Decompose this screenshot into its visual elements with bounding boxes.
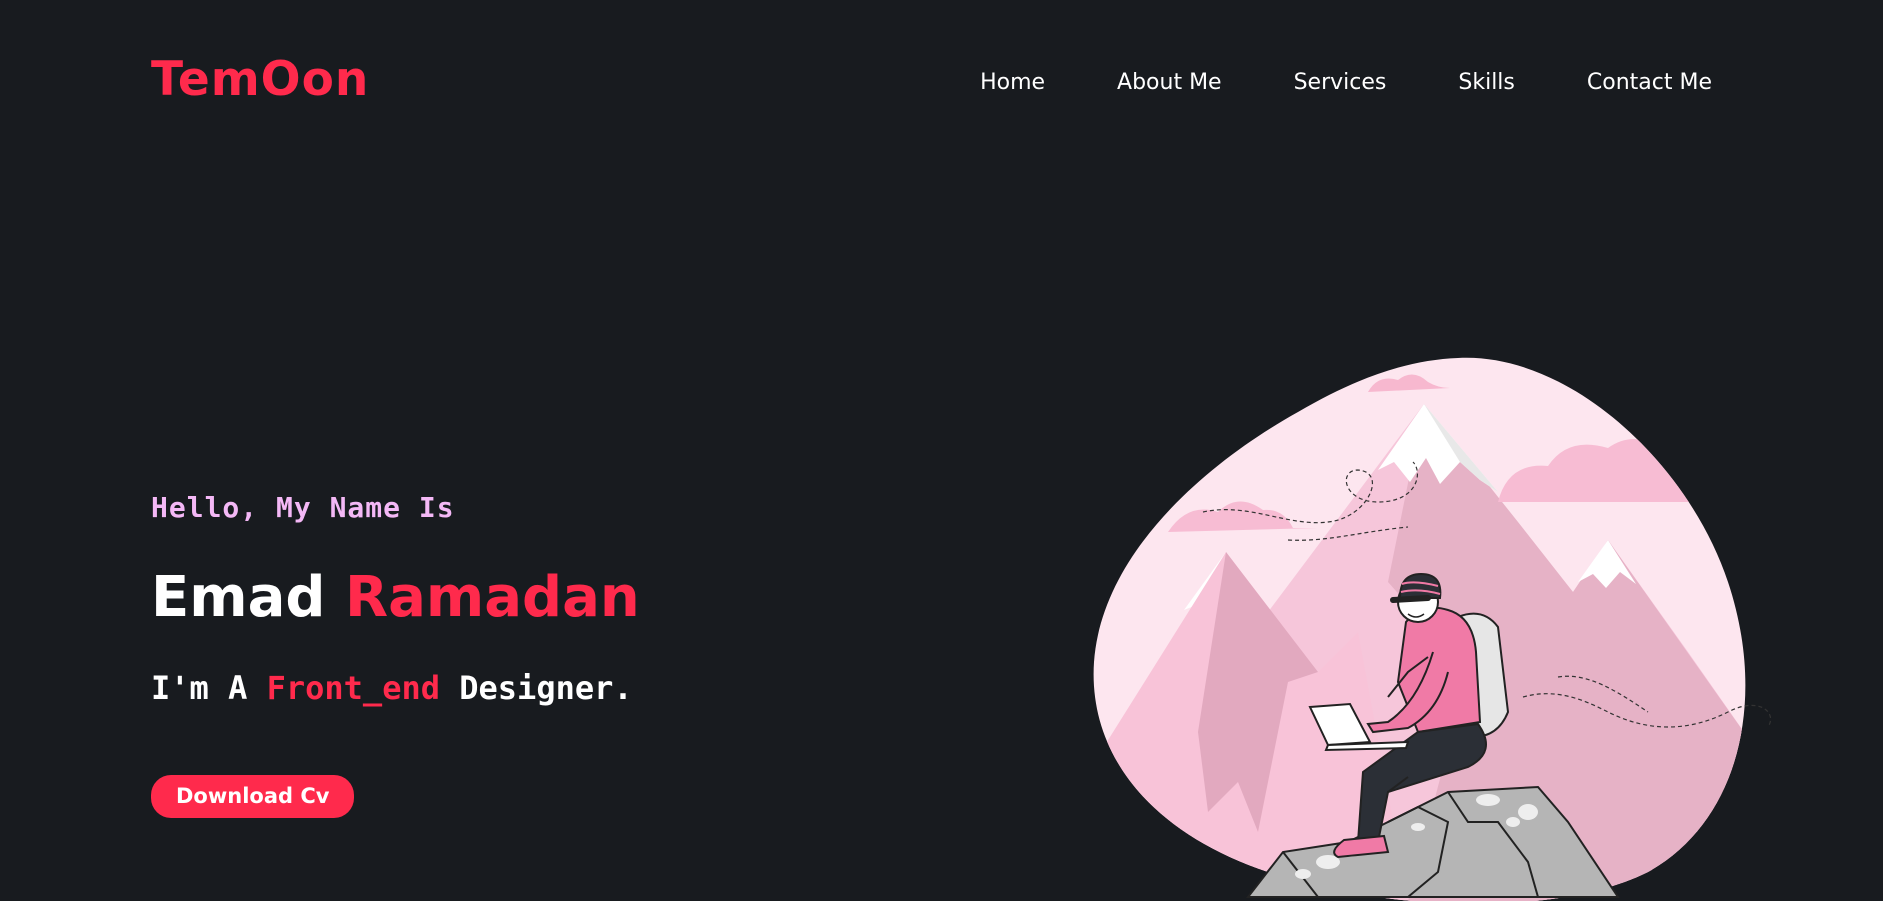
hero-last-name: Ramadan bbox=[344, 565, 640, 630]
nav-link-services[interactable]: Services bbox=[1294, 72, 1387, 94]
nav-item-home: Home bbox=[980, 72, 1045, 94]
nav-item-services: Services bbox=[1294, 72, 1387, 94]
role-highlight: Front_end bbox=[266, 669, 440, 707]
nav-item-about: About Me bbox=[1117, 72, 1222, 94]
site-logo[interactable]: TemOon bbox=[151, 56, 369, 103]
hero-illustration bbox=[1093, 357, 1772, 901]
hero-role: I'm A Front_end Designer. bbox=[151, 672, 640, 704]
page: TemOon Home About Me Services Skills Con… bbox=[0, 0, 1883, 901]
nav-item-contact: Contact Me bbox=[1587, 72, 1712, 94]
download-cv-button[interactable]: Download Cv bbox=[151, 775, 355, 818]
hero-section: Hello, My Name Is Emad Ramadan I'm A Fro… bbox=[151, 494, 640, 818]
main-nav: Home About Me Services Skills Contact Me bbox=[980, 72, 1712, 94]
role-prefix: I'm A bbox=[151, 669, 267, 707]
nav-link-home[interactable]: Home bbox=[980, 72, 1045, 94]
hero-first-name: Emad bbox=[151, 565, 326, 630]
nav-link-contact[interactable]: Contact Me bbox=[1587, 72, 1712, 94]
nav-item-skills: Skills bbox=[1458, 72, 1515, 94]
hero-greeting: Hello, My Name Is bbox=[151, 491, 455, 524]
nav-link-about[interactable]: About Me bbox=[1117, 72, 1222, 94]
role-suffix: Designer. bbox=[439, 669, 633, 707]
hero-name: Emad Ramadan bbox=[151, 570, 640, 626]
nav-link-skills[interactable]: Skills bbox=[1458, 72, 1515, 94]
